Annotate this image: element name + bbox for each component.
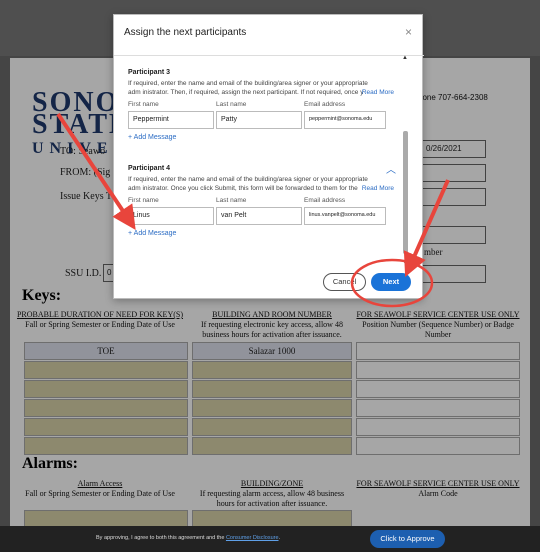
participant-3-title: Participant 3 [128, 69, 171, 76]
agreement-text: By approving, I agree to both this agree… [96, 535, 280, 541]
participant-3-description: If required, enter the name and email of… [128, 80, 368, 96]
participant-3-read-more-link[interactable]: Read More [362, 89, 394, 96]
dialog-divider [114, 55, 424, 56]
scroll-down-arrow-icon[interactable]: ▼ [402, 260, 408, 266]
participant-3-field-labels: First name Last name Email address [128, 101, 398, 108]
participant-3-section: Participant 3 If required, enter the nam… [128, 69, 398, 141]
participant-4-email-input[interactable]: linus.vanpelt@sonoma.edu [304, 207, 386, 225]
click-to-approve-button[interactable]: Click to Approve [370, 530, 445, 548]
agreement-suffix: . [278, 535, 281, 541]
participant-3-first-name-input[interactable]: Peppermint [128, 111, 214, 129]
participant-4-description: If required, enter the name and email of… [128, 176, 368, 192]
cancel-button[interactable]: Cancel [323, 273, 366, 291]
participant-4-section: ︿ Participant 4 If required, enter the n… [128, 165, 398, 237]
participant-3-email-input[interactable]: peppermint@sonoma.edu [304, 111, 386, 129]
first-name-label: First name [128, 197, 159, 204]
consumer-disclosure-link[interactable]: Consumer Disclosure [226, 535, 279, 541]
close-icon[interactable]: × [405, 25, 412, 39]
last-name-label: Last name [216, 197, 247, 204]
participant-4-add-message-link[interactable]: + Add Message [128, 230, 398, 237]
scrollbar-thumb[interactable] [403, 131, 408, 254]
participant-4-read-more-link[interactable]: Read More [362, 185, 394, 192]
participant-3-inputs: Peppermint Patty peppermint@sonoma.edu [128, 111, 398, 129]
first-name-label: First name [128, 101, 159, 108]
next-button[interactable]: Next [371, 273, 411, 291]
participant-3-add-message-link[interactable]: + Add Message [128, 134, 398, 141]
agreement-prefix: By approving, I agree to both this agree… [96, 535, 225, 541]
participant-4-inputs: Linus van Pelt linus.vanpelt@sonoma.edu [128, 207, 398, 225]
scroll-up-arrow-icon[interactable]: ▲ [402, 55, 408, 61]
participant-4-last-name-input[interactable]: van Pelt [216, 207, 302, 225]
bottom-approval-bar: By approving, I agree to both this agree… [0, 526, 540, 552]
participant-3-last-name-input[interactable]: Patty [216, 111, 302, 129]
collapse-chevron-icon[interactable]: ︿ [386, 161, 396, 176]
email-label: Email address [304, 101, 346, 108]
participant-4-first-name-input[interactable]: Linus [128, 207, 214, 225]
assign-participants-dialog: Assign the next participants × ▲ ▼ Parti… [113, 14, 424, 299]
email-label: Email address [304, 197, 346, 204]
participant-4-field-labels: First name Last name Email address [128, 197, 398, 204]
participant-4-title: Participant 4 [128, 165, 171, 172]
last-name-label: Last name [216, 101, 247, 108]
dialog-title: Assign the next participants [124, 27, 247, 38]
